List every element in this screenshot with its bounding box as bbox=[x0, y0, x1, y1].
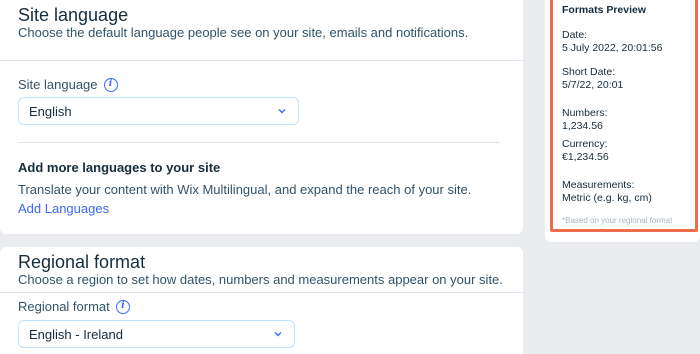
info-icon[interactable]: i bbox=[115, 299, 130, 314]
regional-format-select[interactable]: English - Ireland bbox=[18, 320, 295, 348]
regional-format-title: Regional format bbox=[18, 252, 146, 272]
regional-format-label-text: Regional format bbox=[18, 299, 110, 314]
site-language-selected-value: English bbox=[29, 103, 72, 119]
formats-preview-title: Formats Preview bbox=[562, 4, 647, 16]
site-language-label: Site language i bbox=[18, 77, 118, 92]
divider bbox=[0, 60, 523, 61]
numbers-value: 1,234.56 bbox=[562, 120, 603, 132]
regional-format-selected-value: English - Ireland bbox=[29, 326, 123, 342]
short-date-value: 5/7/22, 20:01 bbox=[562, 79, 624, 91]
date-value: 5 July 2022, 20:01:56 bbox=[562, 42, 663, 54]
site-language-select[interactable]: English bbox=[18, 97, 299, 125]
site-language-title: Site language bbox=[18, 5, 129, 25]
divider bbox=[0, 292, 523, 293]
add-languages-link[interactable]: Add Languages bbox=[18, 201, 109, 216]
divider bbox=[18, 142, 500, 143]
currency-label: Currency: bbox=[562, 138, 608, 150]
add-languages-description: Translate your content with Wix Multilin… bbox=[18, 182, 472, 197]
chevron-down-icon bbox=[278, 109, 286, 114]
chevron-down-icon bbox=[274, 332, 282, 337]
short-date-label: Short Date: bbox=[562, 66, 616, 78]
regional-format-label: Regional format i bbox=[18, 299, 130, 314]
measurements-value: Metric (e.g. kg, cm) bbox=[562, 192, 652, 204]
numbers-label: Numbers: bbox=[562, 107, 608, 119]
info-icon[interactable]: i bbox=[103, 77, 118, 92]
add-languages-title: Add more languages to your site bbox=[18, 160, 221, 175]
currency-value: €1,234.56 bbox=[562, 151, 609, 163]
date-label: Date: bbox=[562, 29, 588, 41]
measurements-label: Measurements: bbox=[562, 179, 635, 191]
preview-footnote: *Based on your regional format bbox=[562, 216, 673, 225]
site-language-label-text: Site language bbox=[18, 77, 98, 92]
regional-format-subtitle: Choose a region to set how dates, number… bbox=[18, 272, 503, 287]
site-language-subtitle: Choose the default language people see o… bbox=[18, 25, 469, 40]
